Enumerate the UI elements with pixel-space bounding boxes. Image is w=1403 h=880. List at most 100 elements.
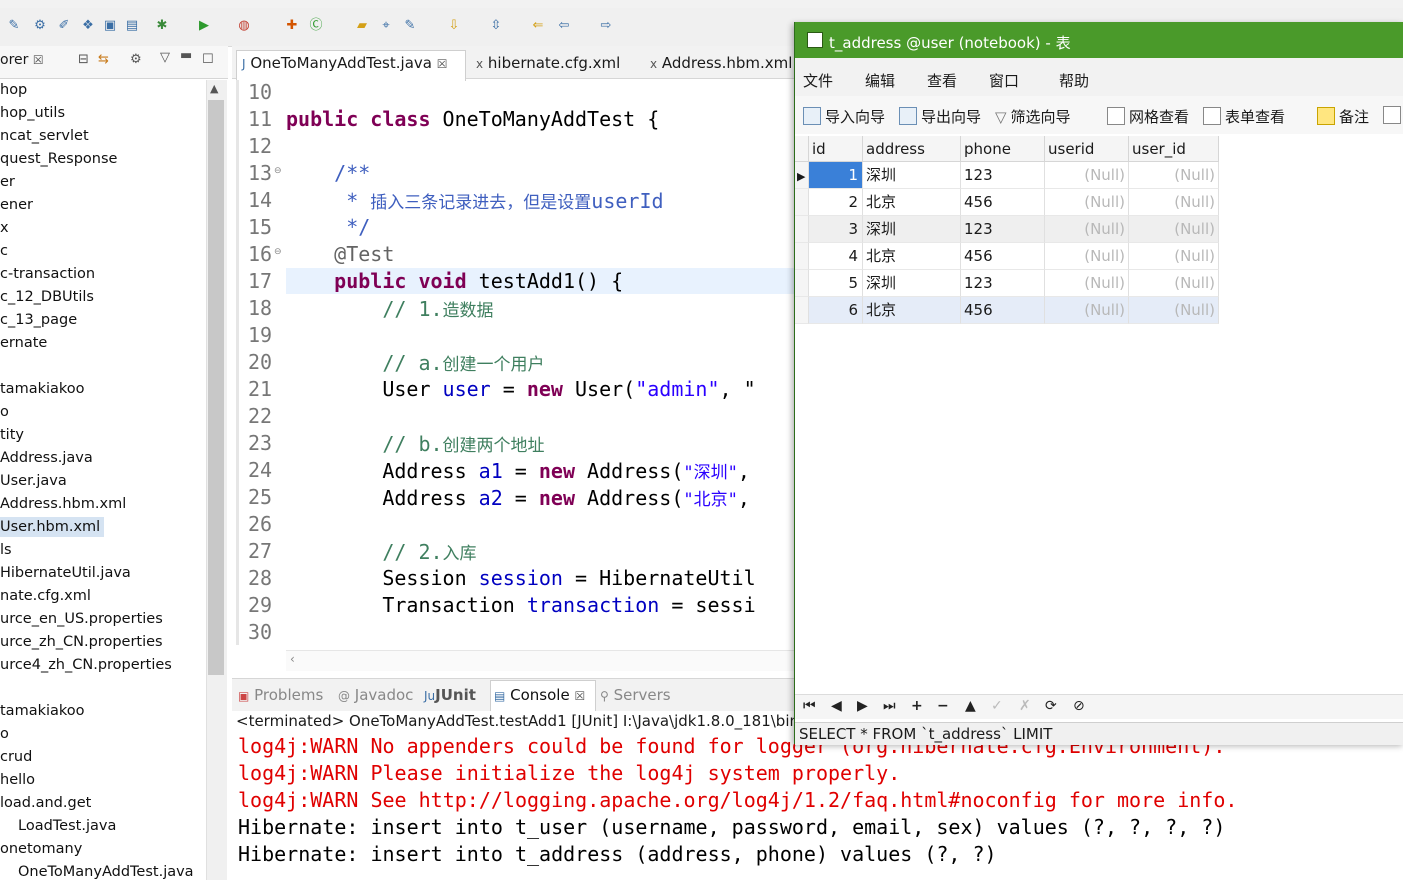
cell-address[interactable]: 北京: [863, 243, 961, 270]
cell-phone[interactable]: 123: [961, 270, 1045, 297]
next-record-icon[interactable]: ▶: [857, 698, 868, 714]
tree-item[interactable]: User.java: [0, 473, 67, 489]
pin-icon[interactable]: ⇳: [488, 18, 504, 34]
editor-horizontal-scrollbar[interactable]: [286, 650, 794, 671]
menu-edit[interactable]: 编辑: [865, 70, 895, 91]
row-indicator[interactable]: [795, 270, 809, 297]
cell-address[interactable]: 北京: [863, 297, 961, 324]
cell-user-id[interactable]: (Null): [1129, 243, 1219, 270]
memo-button[interactable]: 备注: [1317, 106, 1369, 127]
tab-address-hbm[interactable]: x Address.hbm.xml: [650, 54, 792, 72]
filter-icon[interactable]: ⚙: [130, 52, 142, 67]
tree-item[interactable]: HibernateUtil.java: [0, 565, 131, 581]
cell-address[interactable]: 北京: [863, 189, 961, 216]
cell-id[interactable]: 1: [809, 162, 863, 189]
column-header-user-id[interactable]: user_id: [1129, 136, 1219, 162]
cell-address[interactable]: 深圳: [863, 162, 961, 189]
filter-wizard-button[interactable]: ▽ 筛选向导: [995, 106, 1071, 127]
tree-item[interactable]: nate.cfg.xml: [0, 588, 91, 604]
tab-servers[interactable]: ⚲ Servers: [600, 686, 671, 704]
tree-item[interactable]: urce4_zh_CN.properties: [0, 657, 172, 673]
menu-window[interactable]: 窗口: [989, 70, 1019, 91]
tree-item[interactable]: LoadTest.java: [18, 818, 116, 834]
form-view-button[interactable]: 表单查看: [1203, 106, 1285, 127]
format-icon[interactable]: ❖: [80, 18, 96, 34]
tree-item[interactable]: ls: [0, 542, 12, 558]
cell-user-id[interactable]: (Null): [1129, 297, 1219, 324]
apply-changes-icon[interactable]: ✓: [991, 698, 1003, 714]
discard-changes-icon[interactable]: ✗: [1019, 698, 1031, 714]
wrench-icon[interactable]: ✎: [6, 18, 22, 34]
grid-icon[interactable]: [1383, 106, 1401, 124]
row-indicator[interactable]: [795, 216, 809, 243]
last-record-icon[interactable]: ⏭: [883, 698, 896, 714]
build-icon[interactable]: ⚙: [32, 18, 48, 34]
pencil-icon[interactable]: ✐: [56, 18, 72, 34]
cell-address[interactable]: 深圳: [863, 270, 961, 297]
row-indicator[interactable]: [795, 189, 809, 216]
cell-address[interactable]: 深圳: [863, 216, 961, 243]
cell-userid[interactable]: (Null): [1045, 189, 1129, 216]
cell-id[interactable]: 5: [809, 270, 863, 297]
prev-record-icon[interactable]: ◀: [831, 698, 842, 714]
tab-javadoc[interactable]: @ Javadoc: [338, 686, 413, 704]
tree-item[interactable]: urce_zh_CN.properties: [0, 634, 163, 650]
tab-junit[interactable]: JuJUnit: [424, 686, 476, 704]
tree-item[interactable]: Address.java: [0, 450, 93, 466]
view-menu-icon[interactable]: ▽: [160, 50, 170, 65]
tree-item[interactable]: x: [0, 220, 9, 236]
tree-item[interactable]: ncat_servlet: [0, 128, 89, 144]
tree-item[interactable]: c-transaction: [0, 266, 95, 282]
tab-onetomanyaddtest[interactable]: J OneToManyAddTest.java ☒: [242, 54, 448, 72]
tab-problems[interactable]: ▣ Problems: [238, 686, 323, 704]
debug-icon[interactable]: ✱: [154, 18, 170, 34]
cell-id[interactable]: 4: [809, 243, 863, 270]
layout-icon[interactable]: ▤: [124, 18, 140, 34]
row-indicator[interactable]: [795, 297, 809, 324]
tree-item[interactable]: ener: [0, 197, 33, 213]
search-icon[interactable]: ✎: [402, 18, 418, 34]
tree-item[interactable]: tity: [0, 427, 24, 443]
new-project-icon[interactable]: ✚: [284, 18, 300, 34]
menu-view[interactable]: 查看: [927, 70, 957, 91]
close-icon[interactable]: ☒: [574, 689, 585, 703]
annotation-icon[interactable]: ⇩: [446, 18, 462, 34]
cell-userid[interactable]: (Null): [1045, 243, 1129, 270]
tree-item[interactable]: c_12_DBUtils: [0, 289, 94, 305]
fold-icon[interactable]: ⊖: [274, 247, 282, 257]
tree-item[interactable]: load.and.get: [0, 795, 91, 811]
column-header-userid[interactable]: userid: [1045, 136, 1129, 162]
stop-icon[interactable]: ⊘: [1073, 698, 1085, 714]
tree-item[interactable]: hop: [0, 82, 27, 98]
tree-item[interactable]: o: [0, 404, 9, 420]
row-indicator[interactable]: [795, 243, 809, 270]
column-header-phone[interactable]: phone: [961, 136, 1045, 162]
cell-id[interactable]: 2: [809, 189, 863, 216]
cell-userid[interactable]: (Null): [1045, 270, 1129, 297]
cell-phone[interactable]: 456: [961, 243, 1045, 270]
save-all-icon[interactable]: ▣: [102, 18, 118, 34]
scroll-up-icon[interactable]: ▲: [210, 82, 218, 95]
tree-item[interactable]: hop_utils: [0, 105, 65, 121]
cell-phone[interactable]: 456: [961, 189, 1045, 216]
close-icon[interactable]: ☒: [437, 57, 448, 71]
cell-userid[interactable]: (Null): [1045, 162, 1129, 189]
tree-item[interactable]: c: [0, 243, 8, 259]
forward-icon[interactable]: ⇨: [598, 18, 614, 34]
tree-item[interactable]: tamakiakoo: [0, 703, 85, 719]
maximize-icon[interactable]: ☐: [202, 52, 214, 67]
cell-id[interactable]: 3: [809, 216, 863, 243]
cell-userid[interactable]: (Null): [1045, 297, 1129, 324]
tree-item[interactable]: crud: [0, 749, 32, 765]
cell-user-id[interactable]: (Null): [1129, 162, 1219, 189]
export-wizard-button[interactable]: 导出向导: [899, 106, 981, 127]
tree-item[interactable]: Address.hbm.xml: [0, 496, 126, 512]
tree-item[interactable]: c_13_page: [0, 312, 77, 328]
column-header-address[interactable]: address: [863, 136, 961, 162]
tab-hibernate-cfg[interactable]: x hibernate.cfg.xml: [476, 54, 620, 72]
tree-item-selected[interactable]: User.hbm.xml: [0, 517, 105, 537]
cell-userid[interactable]: (Null): [1045, 216, 1129, 243]
scrollbar-thumb[interactable]: [208, 100, 224, 675]
back-icon[interactable]: ⇦: [556, 18, 572, 34]
open-folder-icon[interactable]: ▰: [354, 18, 370, 34]
